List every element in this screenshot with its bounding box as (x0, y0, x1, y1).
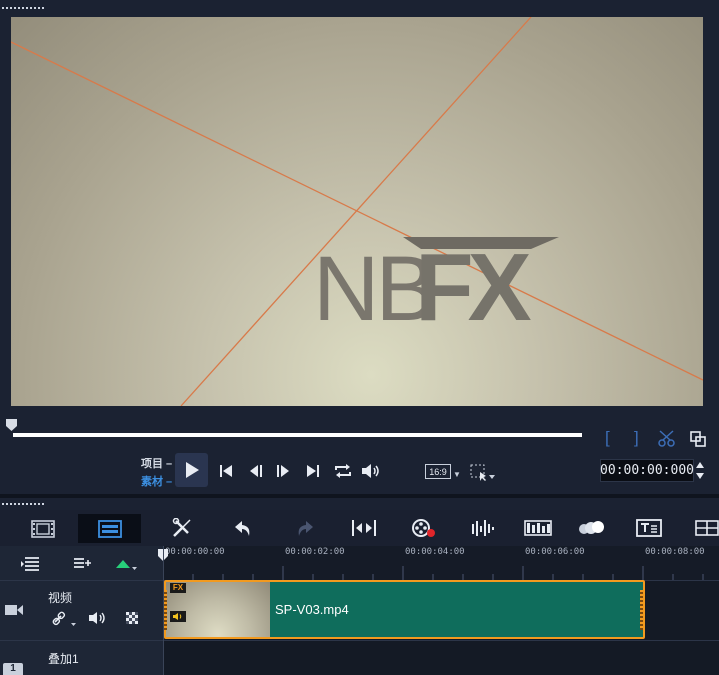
split-clip-icon[interactable] (657, 430, 679, 448)
sound-mixer-button[interactable] (468, 516, 498, 540)
auto-music-button[interactable] (523, 516, 553, 540)
home-button[interactable] (216, 461, 236, 481)
end-button[interactable] (302, 461, 324, 481)
ripple-edit-icon[interactable] (114, 557, 140, 573)
motion-tracking-icon (579, 521, 604, 534)
volume-button[interactable] (360, 461, 382, 481)
track-volume-icon[interactable] (88, 611, 108, 625)
motion-tracking-button[interactable] (576, 516, 606, 540)
redo-icon (298, 521, 313, 536)
watermark-fx: FX (415, 234, 532, 341)
previous-frame-icon (250, 465, 262, 477)
play-icon (185, 462, 199, 478)
video-track-icon (5, 605, 23, 615)
multi-camera-button[interactable] (693, 516, 719, 540)
panel-grip-lower[interactable] (2, 503, 44, 506)
multi-camera-icon (695, 520, 719, 536)
storyboard-view-button[interactable] (15, 514, 71, 543)
next-frame-icon (277, 465, 289, 477)
overlay-track-icon: 1 (3, 663, 23, 675)
redo-button[interactable] (289, 516, 319, 540)
scrubber-handle[interactable] (5, 418, 18, 432)
ruler-tick-label: 00:00:08:00 (645, 547, 705, 557)
audio-mixer-icon (472, 520, 494, 536)
enlarge-preview-icon[interactable] (689, 430, 707, 448)
auto-music-icon (524, 520, 552, 536)
skip-start-icon (220, 465, 232, 477)
ruler-tick-label: 00:00:06:00 (525, 547, 585, 557)
play-button[interactable] (175, 453, 208, 487)
record-capture-button[interactable] (408, 516, 438, 540)
undo-icon (235, 521, 250, 536)
record-capture-icon (412, 519, 435, 537)
timecode-stepper[interactable] (694, 459, 706, 482)
add-track-icon[interactable] (72, 556, 94, 572)
ruler-tick-label: 00:00:00:00 (165, 547, 225, 557)
timecode-display[interactable]: 00:00:00:000 (600, 459, 694, 482)
storyboard-view-icon (31, 519, 55, 538)
timeline-view-button[interactable] (78, 514, 141, 543)
timeline-view-icon (97, 519, 122, 538)
track-manager-icon[interactable] (20, 556, 42, 572)
toolbox-button[interactable] (167, 516, 197, 540)
clip-audio-icon (170, 611, 186, 622)
scrubber-track[interactable] (13, 433, 582, 437)
undo-button[interactable] (229, 516, 259, 540)
clip-name: SP-V03.mp4 (275, 602, 349, 617)
mark-out-button[interactable]: ] (634, 428, 639, 448)
clip-trim-handle-left[interactable] (164, 590, 167, 630)
mark-in-button[interactable]: [ (605, 428, 610, 448)
fit-timeline-icon (352, 520, 376, 536)
speaker-icon (362, 464, 379, 478)
subtitle-editor-icon (636, 519, 662, 537)
video-track-name: 视频 (48, 591, 73, 605)
aspect-dropdown-icon[interactable]: ▼ (453, 470, 461, 479)
preview-content: NB FX (11, 17, 703, 406)
repeat-icon (335, 464, 351, 478)
track-transparency-icon[interactable] (125, 611, 139, 625)
previous-frame-button[interactable] (245, 461, 267, 481)
fx-badge: FX (170, 583, 186, 593)
repeat-button[interactable] (331, 461, 355, 481)
project-mode-label[interactable]: 项目 – (141, 455, 172, 471)
link-icon[interactable] (52, 611, 78, 627)
clip-mode-label[interactable]: 素材 – (141, 473, 172, 489)
subtitle-editor-button[interactable] (634, 516, 664, 540)
preview-window: NB FX (11, 17, 703, 406)
aspect-ratio-button[interactable]: 16:9 (425, 464, 451, 479)
ruler-tick-label: 00:00:04:00 (405, 547, 465, 557)
next-frame-button[interactable] (272, 461, 294, 481)
selection-tool-icon[interactable] (470, 464, 496, 482)
toolbox-icon (172, 518, 191, 537)
panel-divider[interactable] (0, 494, 719, 498)
clip-trim-handle-right[interactable] (640, 590, 643, 630)
skip-end-icon (307, 465, 319, 477)
panel-grip[interactable] (2, 7, 44, 10)
ruler-tick-label: 00:00:02:00 (285, 547, 345, 557)
overlay-track-name: 叠加1 (48, 652, 79, 666)
fit-project-button[interactable] (349, 516, 379, 540)
